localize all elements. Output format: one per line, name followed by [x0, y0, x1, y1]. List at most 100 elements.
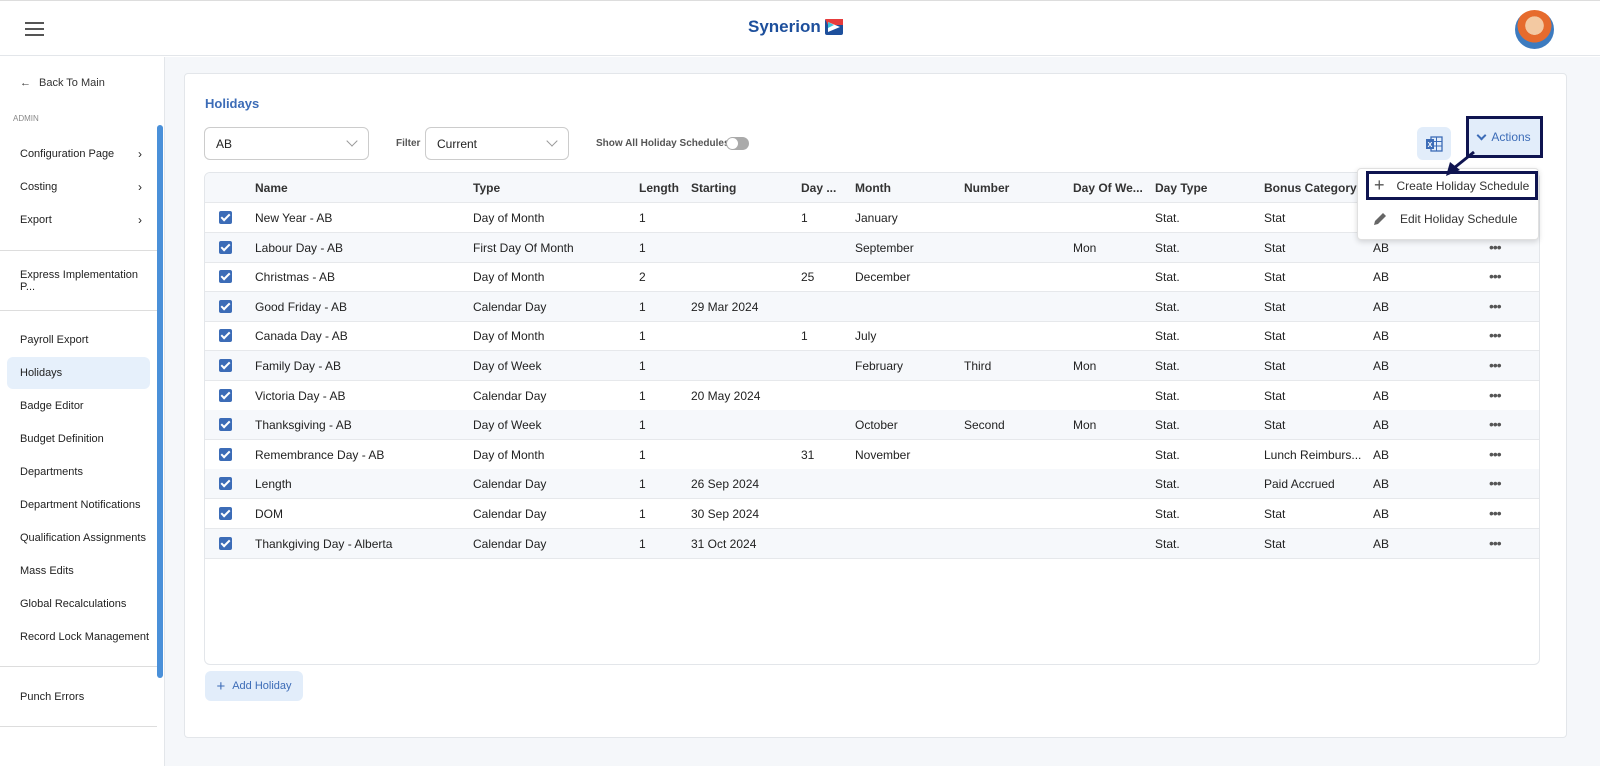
- table-row[interactable]: Good Friday - AB Calendar Day 1 29 Mar 2024…: [205, 291, 1539, 322]
- filter-select-value: Current: [437, 136, 478, 151]
- row-checkbox[interactable]: [219, 536, 232, 550]
- sidebar-item[interactable]: Payroll Export: [7, 324, 150, 356]
- table-cell: Stat: [1264, 536, 1286, 551]
- schedule-select-value: AB: [216, 136, 233, 151]
- table-cell: Stat.: [1155, 388, 1180, 403]
- annotation-arrow-icon: [1446, 150, 1475, 176]
- more-options-icon[interactable]: •••: [1489, 381, 1502, 409]
- table-cell: [855, 381, 960, 411]
- more-options-icon[interactable]: •••: [1489, 499, 1502, 527]
- table-cell: [964, 469, 1069, 499]
- column-header[interactable]: Day Type: [1155, 173, 1260, 203]
- table-row[interactable]: Christmas - AB Day of Month 2 25 December Sta…: [205, 262, 1539, 293]
- table-row[interactable]: Remembrance Day - AB Day of Month 1 31 Novem…: [205, 440, 1539, 470]
- table-row[interactable]: Length Calendar Day 1 26 Sep 2024 Stat. Paid …: [205, 469, 1539, 500]
- table-row[interactable]: Victoria Day - AB Calendar Day 1 20 May 202…: [205, 381, 1539, 411]
- sidebar-item[interactable]: Departments: [7, 456, 150, 488]
- sidebar-item[interactable]: Budget Definition: [7, 423, 150, 455]
- more-options-icon[interactable]: •••: [1489, 321, 1502, 349]
- table-row[interactable]: DOM Calendar Day 1 30 Sep 2024 Stat. Stat AB ••…: [205, 499, 1539, 529]
- edit-holiday-schedule-item[interactable]: Edit Holiday Schedule: [1358, 204, 1540, 234]
- table-row[interactable]: Family Day - AB Day of Week 1 February Third…: [205, 351, 1539, 381]
- table-row[interactable]: New Year - AB Day of Month 1 1 January Stat. S…: [205, 203, 1539, 233]
- sidebar-item[interactable]: Record Lock Management: [7, 621, 150, 653]
- table-row[interactable]: Canada Day - AB Day of Month 1 1 July Stat. St…: [205, 321, 1539, 352]
- show-all-toggle[interactable]: [726, 137, 749, 150]
- row-checkbox[interactable]: [219, 477, 232, 491]
- column-header[interactable]: Day Of We...: [1073, 173, 1153, 203]
- table-row[interactable]: Labour Day - AB First Day Of Month 1 Septem…: [205, 232, 1539, 263]
- table-cell: New Year - AB: [255, 211, 333, 225]
- row-checkbox[interactable]: [219, 270, 232, 284]
- more-options-icon[interactable]: •••: [1489, 292, 1502, 320]
- sidebar-item[interactable]: Department Notifications: [7, 489, 150, 521]
- table-cell: 1: [639, 536, 646, 551]
- table-row[interactable]: Thanksgiving - AB Day of Week 1 October Seco…: [205, 410, 1539, 441]
- sidebar-item[interactable]: Configuration Page ›: [7, 138, 150, 170]
- table-cell: 1: [801, 211, 808, 225]
- table-cell: AB: [1373, 359, 1390, 373]
- column-header[interactable]: Month: [855, 173, 960, 203]
- table-cell: [964, 321, 1069, 351]
- avatar[interactable]: [1515, 10, 1554, 49]
- row-checkbox[interactable]: [219, 329, 232, 343]
- row-checkbox[interactable]: [219, 447, 232, 461]
- row-checkbox[interactable]: [219, 359, 232, 372]
- column-header[interactable]: Type: [473, 173, 633, 203]
- table-cell: Remembrance Day - AB: [255, 447, 385, 462]
- table-cell: 1: [639, 447, 646, 462]
- row-checkbox[interactable]: [219, 211, 232, 224]
- more-options-icon[interactable]: •••: [1489, 351, 1502, 379]
- column-header[interactable]: Starting: [691, 173, 796, 203]
- column-header[interactable]: Number: [964, 173, 1069, 203]
- row-checkbox[interactable]: [219, 507, 232, 520]
- column-header[interactable]: Length: [639, 173, 689, 203]
- table-cell: 1: [639, 329, 646, 344]
- column-header[interactable]: Name: [255, 173, 465, 203]
- table-cell: [964, 499, 1069, 529]
- schedule-select[interactable]: AB: [204, 127, 369, 160]
- back-to-main-link[interactable]: ← Back To Main: [20, 77, 105, 89]
- row-checkbox[interactable]: [219, 299, 232, 313]
- sidebar-item[interactable]: Express Implementation P...: [7, 265, 150, 297]
- table-cell: Day of Month: [473, 211, 545, 225]
- row-checkbox[interactable]: [219, 240, 232, 254]
- svg-text:X: X: [1428, 142, 1433, 149]
- sidebar-divider: [0, 250, 157, 251]
- sidebar-item[interactable]: Badge Editor: [7, 390, 150, 422]
- table-cell: Mon: [1073, 240, 1097, 255]
- sidebar-item[interactable]: Holidays: [7, 357, 150, 389]
- table-cell: October: [855, 418, 898, 433]
- sidebar-item[interactable]: Costing ›: [7, 171, 150, 203]
- table-cell: [691, 440, 796, 470]
- table-header: Name Type Length Starting Day ... Month Number…: [205, 173, 1539, 203]
- more-options-icon[interactable]: •••: [1489, 440, 1502, 468]
- row-checkbox[interactable]: [219, 418, 232, 432]
- column-header[interactable]: Day ...: [801, 173, 851, 203]
- hamburger-menu-icon[interactable]: [25, 22, 44, 36]
- sidebar-item-label: Badge Editor: [20, 400, 84, 412]
- add-holiday-button[interactable]: + Add Holiday: [205, 671, 303, 701]
- table-cell: Stat: [1264, 270, 1286, 285]
- more-options-icon[interactable]: •••: [1489, 469, 1502, 497]
- table-cell: Stat.: [1155, 418, 1180, 433]
- table-cell: Stat: [1264, 359, 1286, 373]
- table-cell: Stat.: [1155, 536, 1180, 551]
- table-cell: 1: [639, 388, 646, 403]
- column-header[interactable]: Bonus Category: [1264, 173, 1369, 203]
- filter-select[interactable]: Current: [425, 127, 569, 160]
- sidebar-item[interactable]: Punch Errors: [7, 681, 150, 713]
- sidebar-item[interactable]: Export ›: [7, 204, 150, 236]
- sidebar-item[interactable]: Mass Edits: [7, 555, 150, 587]
- table-cell: [964, 529, 1069, 559]
- table-cell: [801, 529, 851, 559]
- more-options-icon[interactable]: •••: [1489, 262, 1502, 290]
- sidebar-scrollbar[interactable]: [157, 125, 163, 678]
- table-row[interactable]: Thankgiving Day - Alberta Calendar Day 1 31…: [205, 528, 1539, 559]
- sidebar-item[interactable]: Qualification Assignments: [7, 522, 150, 554]
- more-options-icon[interactable]: •••: [1489, 529, 1502, 557]
- more-options-icon[interactable]: •••: [1489, 410, 1502, 438]
- row-checkbox[interactable]: [219, 388, 232, 402]
- top-bar: Synerion: [0, 0, 1600, 56]
- sidebar-item[interactable]: Global Recalculations: [7, 588, 150, 620]
